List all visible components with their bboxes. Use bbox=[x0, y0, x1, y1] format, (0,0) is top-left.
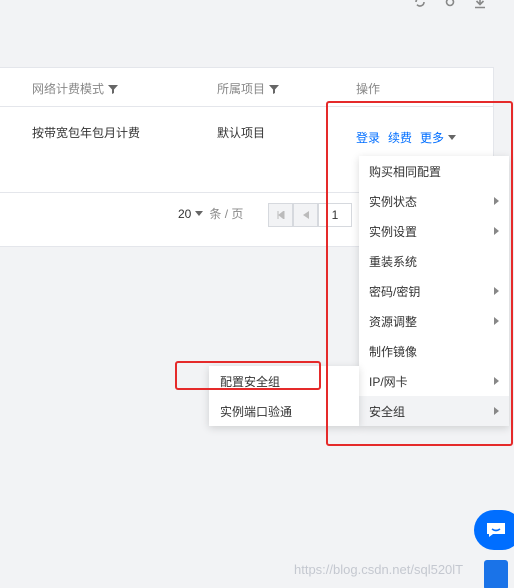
header-actions: 操作 bbox=[356, 82, 381, 96]
document-icon[interactable] bbox=[484, 560, 508, 588]
chat-icon bbox=[487, 523, 505, 537]
filter-icon[interactable] bbox=[269, 84, 280, 94]
prev-page-button[interactable] bbox=[293, 203, 318, 227]
page-size-selector[interactable]: 20 条 / 页 bbox=[178, 205, 243, 222]
header-network-billing[interactable]: 网络计费模式 bbox=[32, 80, 119, 97]
per-page-label: 条 / 页 bbox=[209, 207, 244, 221]
highlight-box-submenu bbox=[175, 361, 321, 390]
prev-page-icon bbox=[302, 211, 309, 219]
gear-icon[interactable] bbox=[442, 0, 458, 10]
cell-network-billing: 按带宽包年包月计费 bbox=[32, 126, 141, 140]
cell-project: 默认项目 bbox=[217, 126, 266, 140]
chevron-down-icon bbox=[195, 211, 204, 216]
chat-button[interactable] bbox=[474, 510, 514, 550]
header-project[interactable]: 所属项目 bbox=[217, 80, 280, 97]
first-page-icon bbox=[277, 211, 284, 219]
refresh-icon[interactable] bbox=[412, 0, 428, 10]
first-page-button[interactable] bbox=[268, 203, 293, 227]
watermark: https://blog.csdn.net/sql520lT bbox=[294, 562, 464, 577]
download-icon[interactable] bbox=[472, 0, 488, 10]
page-size-value[interactable]: 20 bbox=[178, 207, 204, 221]
filter-icon[interactable] bbox=[108, 84, 119, 94]
highlight-box-menu bbox=[326, 101, 513, 446]
submenu-item-label: 实例端口验通 bbox=[220, 404, 293, 419]
top-toolbar bbox=[412, 0, 488, 10]
